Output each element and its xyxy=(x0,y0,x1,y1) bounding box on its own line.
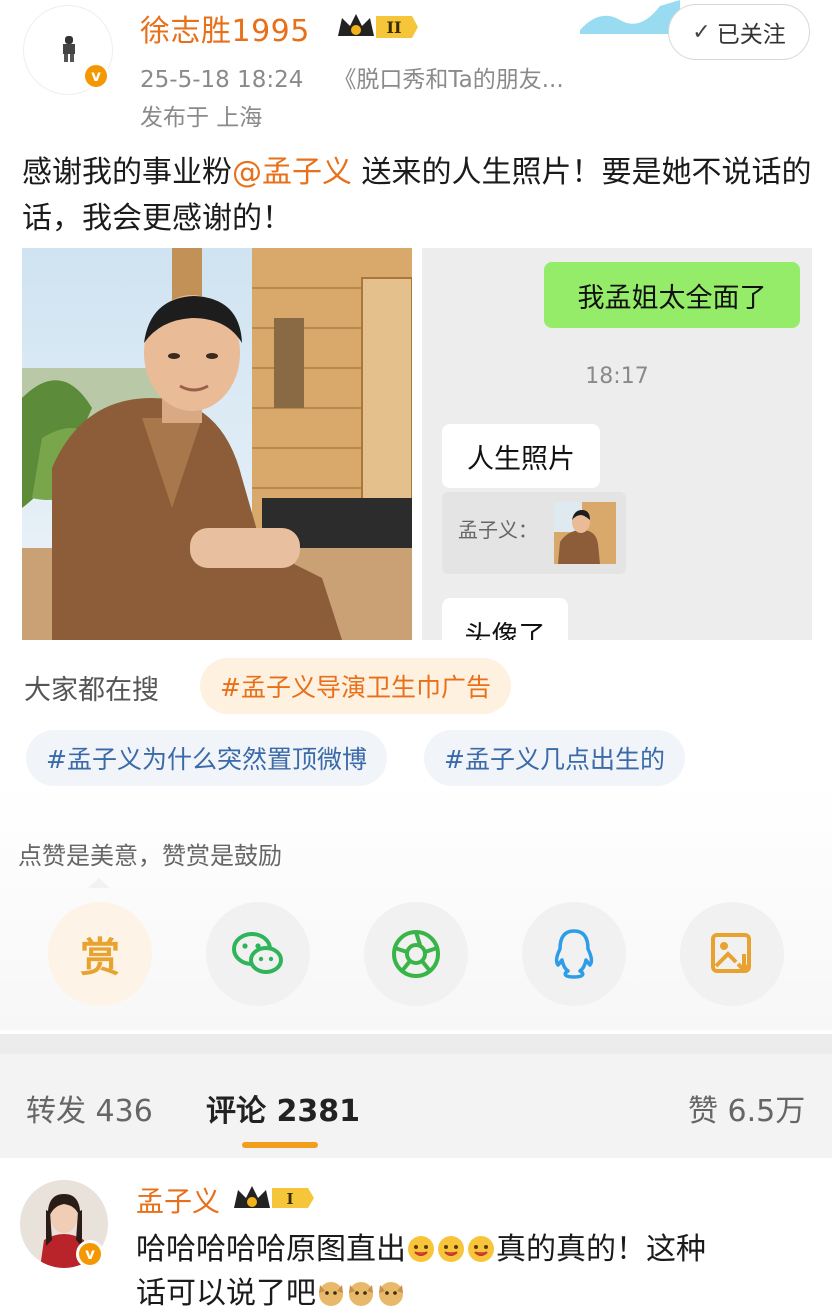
repost-tab[interactable]: 转发 436 xyxy=(26,1086,153,1130)
quote-label: 孟子义： xyxy=(458,518,538,542)
commenter-verified-icon: v xyxy=(76,1240,104,1268)
post-source[interactable]: 《脱口秀和Ta的朋友... xyxy=(333,67,563,93)
commenter-name[interactable]: 孟子义 xyxy=(136,1180,220,1220)
svg-text:II: II xyxy=(387,18,402,37)
chat-time: 18:17 xyxy=(585,364,649,389)
dog-face-emoji-icon xyxy=(349,1282,373,1306)
comment-text-c: 话可以说了吧 xyxy=(136,1276,316,1311)
save-image-icon xyxy=(711,933,752,973)
smiling-face-emoji-icon xyxy=(468,1236,494,1262)
quote-thumbnail-image xyxy=(554,502,616,564)
header-decoration xyxy=(580,0,680,34)
smiling-face-emoji-icon xyxy=(408,1236,434,1262)
post-date: 25-5-18 18:24 xyxy=(140,67,304,93)
post-photo-1[interactable] xyxy=(22,248,412,640)
trending-label: 大家都在搜 xyxy=(24,675,159,706)
trending-tag-3[interactable]: #孟子义几点出生的 xyxy=(424,730,685,786)
comment-text: 哈哈哈哈哈原图直出 真的真的！这种 话可以说了吧 xyxy=(136,1228,816,1316)
qq-share-button[interactable] xyxy=(522,902,626,1006)
chat-bubble-white: 人生照片 xyxy=(442,424,600,488)
check-icon: ✓ xyxy=(692,19,711,45)
mention-link[interactable]: @孟子义 xyxy=(232,155,352,190)
comment-tab[interactable]: 评论 2381 xyxy=(206,1086,360,1130)
dog-face-emoji-icon xyxy=(379,1282,403,1306)
portrait-photo xyxy=(22,248,412,640)
active-tab-underline xyxy=(242,1142,318,1148)
commenter-crown-badge: I xyxy=(234,1186,314,1208)
hint-caret xyxy=(88,878,110,888)
reward-icon: 赏 xyxy=(80,935,120,981)
chat-bubble-partial: 头像了 xyxy=(442,598,568,640)
post-location: 发布于 上海 xyxy=(140,105,263,131)
moments-icon xyxy=(392,930,440,978)
section-divider xyxy=(0,1034,832,1054)
trending-tag-1[interactable]: #孟子义导演卫生巾广告 xyxy=(200,658,511,714)
wechat-icon xyxy=(232,932,283,974)
like-hint: 点赞是美意，赞赏是鼓励 xyxy=(18,842,282,870)
wechat-share-button[interactable] xyxy=(206,902,310,1006)
quote-thumbnail xyxy=(554,502,616,564)
author-name[interactable]: 徐志胜1995 xyxy=(140,6,310,50)
post-meta: 25-5-18 18:24 《脱口秀和Ta的朋友... xyxy=(140,60,564,94)
post-photo-2[interactable]: 我孟姐太全面了 18:17 人生照片 孟子义： 头像了 xyxy=(422,248,812,640)
svg-text:I: I xyxy=(286,1190,293,1208)
member-crown-badge: II xyxy=(338,14,418,38)
comment-text-a: 哈哈哈哈哈原图直出 xyxy=(136,1232,406,1267)
chat-quote: 孟子义： xyxy=(442,492,626,574)
comment-text-b: 真的真的！这种 xyxy=(496,1232,706,1267)
reward-button[interactable]: 赏 xyxy=(48,902,152,1006)
trending-tag-2[interactable]: #孟子义为什么突然置顶微博 xyxy=(26,730,387,786)
smiling-face-emoji-icon xyxy=(438,1236,464,1262)
avatar-figure-icon xyxy=(63,36,75,62)
chat-bubble-green: 我孟姐太全面了 xyxy=(544,262,800,328)
qq-icon xyxy=(554,929,594,979)
moments-share-button[interactable] xyxy=(364,902,468,1006)
save-image-button[interactable] xyxy=(680,902,784,1006)
like-tab[interactable]: 赞 6.5万 xyxy=(688,1086,805,1130)
follow-button[interactable]: ✓ 已关注 xyxy=(668,4,810,60)
follow-label: 已关注 xyxy=(716,22,786,48)
post-body: 感谢我的事业粉@孟子义 送来的人生照片！要是她不说话的话，我会更感谢的！ xyxy=(22,150,812,242)
post-text-a: 感谢我的事业粉 xyxy=(22,155,232,190)
dog-face-emoji-icon xyxy=(319,1282,343,1306)
verified-badge-icon: v xyxy=(82,62,110,90)
